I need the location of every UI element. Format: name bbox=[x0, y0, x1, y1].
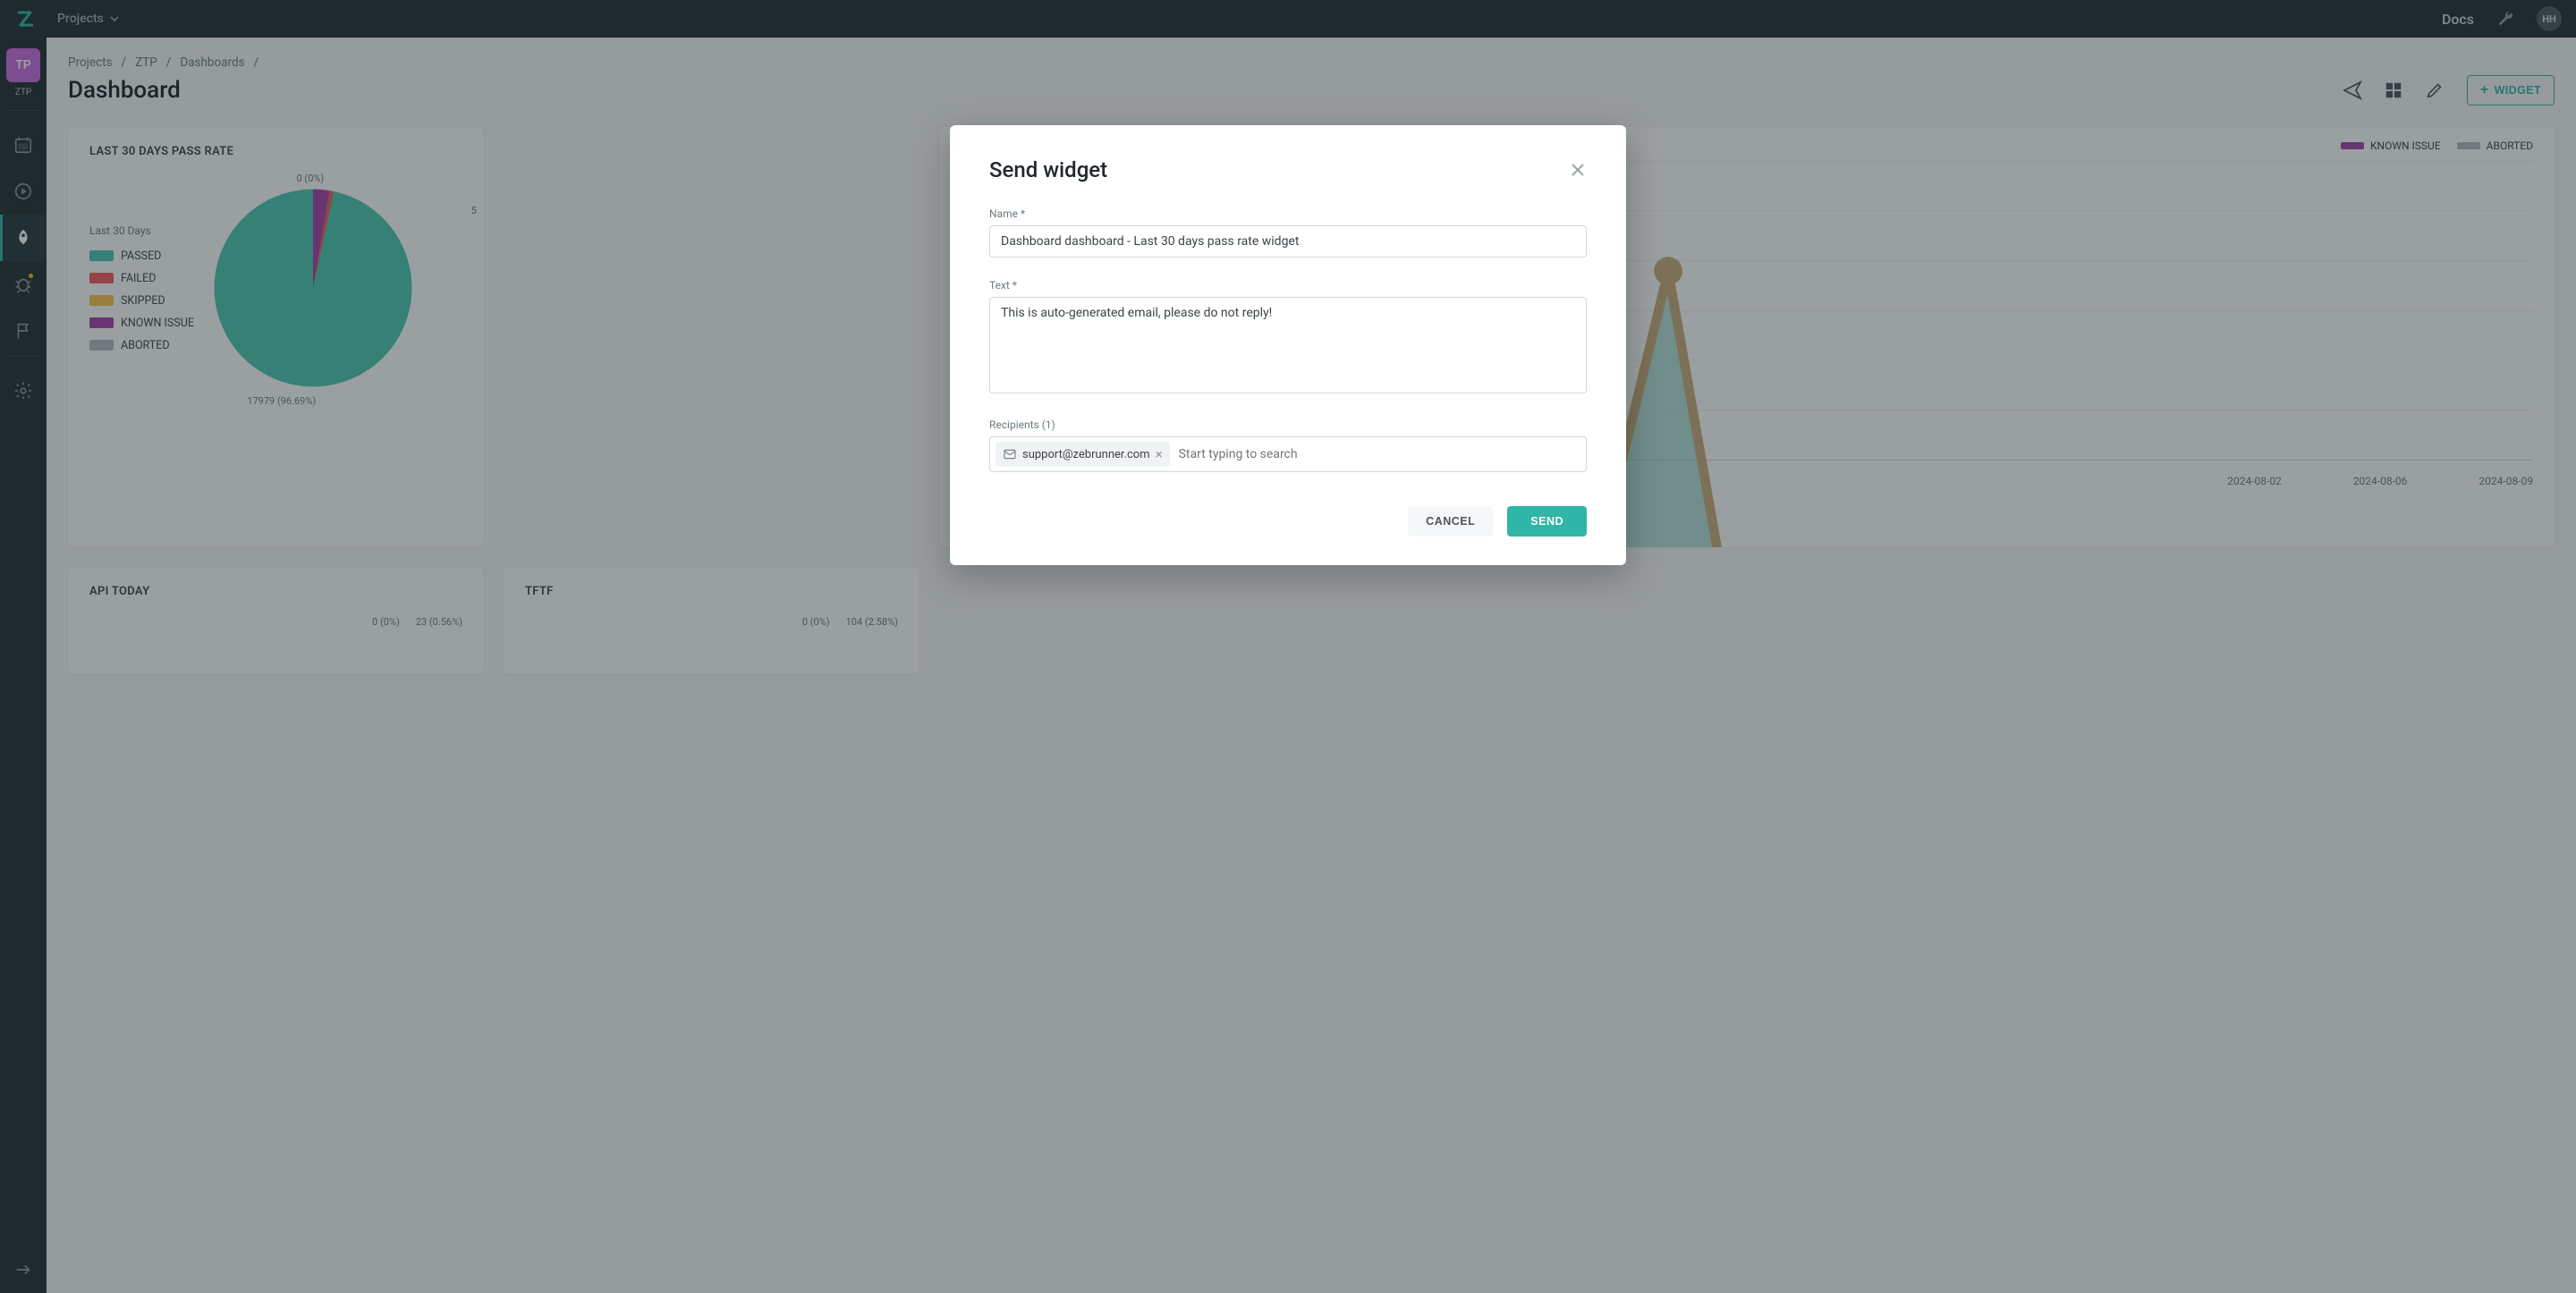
recipients-search-input[interactable] bbox=[1175, 442, 1580, 467]
name-input[interactable] bbox=[989, 225, 1587, 258]
close-icon[interactable] bbox=[1569, 161, 1587, 179]
modal-mask: Send widget Name * Text * Recipients (1)… bbox=[0, 0, 2576, 1293]
recipient-chip-label: support@zebrunner.com bbox=[1022, 448, 1150, 461]
name-label: Name * bbox=[989, 207, 1587, 220]
recipients-input[interactable]: support@zebrunner.com × bbox=[989, 436, 1587, 472]
modal-title: Send widget bbox=[989, 157, 1569, 182]
text-label: Text * bbox=[989, 279, 1587, 292]
remove-chip-icon[interactable]: × bbox=[1156, 446, 1163, 462]
recipient-chip: support@zebrunner.com × bbox=[996, 442, 1170, 467]
text-input[interactable] bbox=[989, 297, 1587, 393]
send-widget-modal: Send widget Name * Text * Recipients (1)… bbox=[950, 125, 1626, 565]
cancel-button[interactable]: CANCEL bbox=[1408, 506, 1493, 537]
send-button[interactable]: SEND bbox=[1507, 506, 1587, 537]
recipients-label: Recipients (1) bbox=[989, 418, 1587, 431]
mail-icon bbox=[1003, 447, 1017, 461]
